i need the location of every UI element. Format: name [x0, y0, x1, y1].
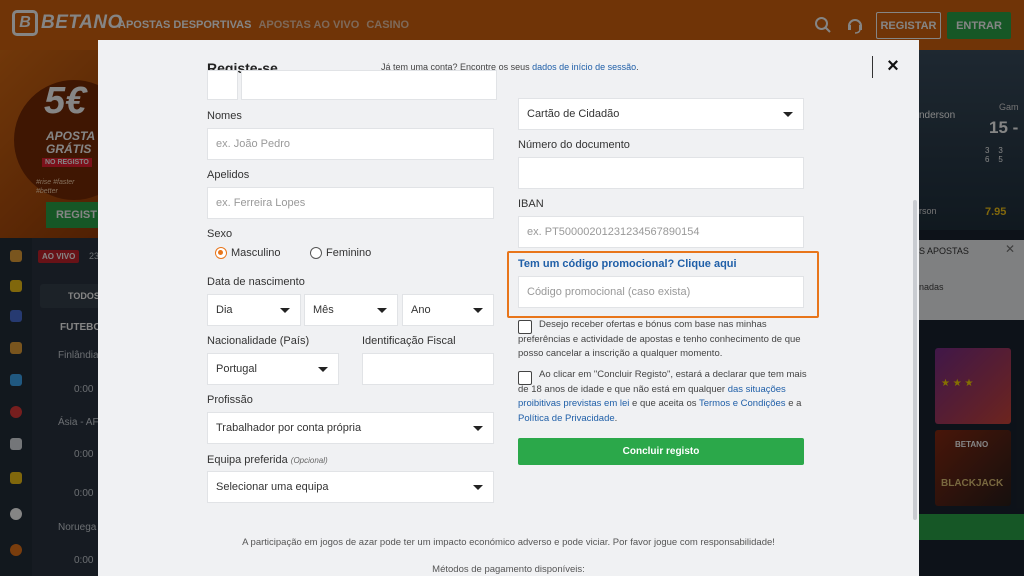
chevron-down-icon: [783, 112, 793, 117]
documento-numero-input[interactable]: [518, 157, 804, 189]
promo-code-link[interactable]: Tem um código promocional? Clique aqui: [518, 258, 737, 270]
responsible-gaming-disclaimer: A participação em jogos de azar pode ter…: [242, 537, 775, 548]
radio-label: Feminino: [326, 247, 372, 259]
mes-select[interactable]: Mês: [304, 294, 398, 326]
chevron-down-icon: [318, 367, 328, 372]
apelidos-input[interactable]: ex. Ferreira Lopes: [207, 187, 494, 219]
nacionalidade-select[interactable]: Portugal: [207, 353, 339, 385]
iban-label: IBAN: [518, 198, 544, 210]
chevron-down-icon: [280, 308, 290, 313]
select-value: Mês: [313, 304, 334, 316]
login-details-link[interactable]: dados de início de sessão: [532, 62, 636, 72]
select-value: Portugal: [216, 363, 257, 375]
partial-input[interactable]: [207, 70, 238, 100]
registration-form: Nomes ex. João Pedro Apelidos ex. Ferrei…: [98, 70, 919, 522]
promo-code-input[interactable]: Código promocional (caso exista): [518, 276, 804, 308]
offers-consent-text: Desejo receber ofertas e bónus com base …: [518, 319, 801, 359]
close-icon[interactable]: ×: [882, 54, 904, 78]
registration-modal: Registe-se Já tem uma conta? Encontre os…: [98, 40, 919, 576]
login-hint-end: .: [636, 62, 639, 72]
select-value: Cartão de Cidadão: [527, 108, 620, 120]
select-value: Selecionar uma equipa: [216, 481, 329, 493]
equipa-select[interactable]: Selecionar uma equipa: [207, 471, 494, 503]
select-value: Trabalhador por conta própria: [216, 422, 362, 434]
nomes-label: Nomes: [207, 110, 242, 122]
concluir-registo-button[interactable]: Concluir registo: [518, 438, 804, 465]
select-value: Ano: [411, 304, 431, 316]
apelidos-label: Apelidos: [207, 169, 250, 181]
documento-numero-label: Número do documento: [518, 139, 630, 151]
payment-methods-label: Métodos de pagamento disponíveis:: [432, 564, 585, 575]
terms-text-2: e que aceita os: [629, 398, 699, 409]
select-value: Dia: [216, 304, 233, 316]
dia-select[interactable]: Dia: [207, 294, 301, 326]
partial-input[interactable]: [241, 70, 497, 100]
header-divider: [872, 56, 873, 78]
optional-tag: (Opcional): [290, 456, 328, 465]
chevron-down-icon: [473, 426, 483, 431]
profissao-select[interactable]: Trabalhador por conta própria: [207, 412, 494, 444]
chevron-down-icon: [473, 308, 483, 313]
radio-dot: [310, 247, 322, 259]
nascimento-label: Data de nascimento: [207, 276, 305, 288]
radio-dot-selected: [215, 247, 227, 259]
radio-label: Masculino: [231, 247, 281, 259]
iban-input[interactable]: ex. PT50000201231234567890154: [518, 216, 804, 248]
radio-masculino[interactable]: Masculino: [215, 247, 281, 259]
terms-text-3: e a: [785, 398, 802, 409]
nif-input[interactable]: [362, 353, 494, 385]
ano-select[interactable]: Ano: [402, 294, 494, 326]
terms-link[interactable]: Termos e Condições: [699, 398, 786, 409]
equipa-label-text: Equipa preferida: [207, 454, 288, 466]
privacy-policy-link[interactable]: Política de Privacidade: [518, 413, 615, 424]
chevron-down-icon: [473, 485, 483, 490]
nif-label: Identificação Fiscal: [362, 335, 456, 347]
equipa-label: Equipa preferida (Opcional): [207, 454, 328, 466]
nomes-input[interactable]: ex. João Pedro: [207, 128, 494, 160]
sexo-label: Sexo: [207, 228, 233, 240]
documento-tipo-select[interactable]: Cartão de Cidadão: [518, 98, 804, 130]
chevron-down-icon: [377, 308, 387, 313]
modal-scrollbar[interactable]: [913, 200, 917, 520]
terms-consent-text: Ao clicar em "Concluir Registo", estará …: [518, 368, 810, 426]
profissao-label: Profissão: [207, 394, 253, 406]
nacionalidade-label: Nacionalidade (País): [207, 335, 310, 347]
radio-feminino[interactable]: Feminino: [310, 247, 371, 259]
terms-text-4: .: [614, 412, 618, 424]
